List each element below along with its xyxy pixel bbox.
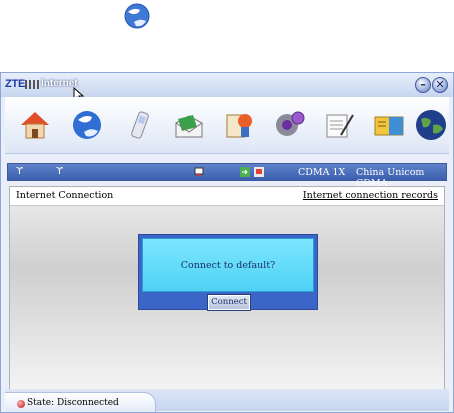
panel-title: Internet Connection bbox=[16, 190, 114, 201]
connect-button[interactable]: Connect bbox=[207, 294, 251, 311]
phone-icon[interactable] bbox=[121, 107, 157, 143]
network-computer-icon bbox=[194, 167, 204, 176]
network-mode-label: CDMA 1X bbox=[298, 167, 346, 178]
app-window: ZTE Internet – ✕ ϒ ϒ CDMA 1X China Unico… bbox=[0, 72, 454, 413]
brand-mark-icon bbox=[25, 80, 39, 89]
sms-status-icon bbox=[254, 167, 264, 177]
signal-antenna-icon-2: ϒ bbox=[56, 166, 63, 177]
panel-header: Internet Connection Internet connection … bbox=[10, 187, 444, 206]
connection-state: State: Disconnected bbox=[27, 398, 119, 408]
world-globe-icon[interactable] bbox=[413, 107, 449, 143]
home-icon[interactable] bbox=[17, 107, 53, 143]
state-tab: State: Disconnected bbox=[5, 392, 156, 412]
connect-dialog: Connect to default? Connect bbox=[138, 234, 318, 311]
sms-envelope-icon[interactable] bbox=[171, 107, 207, 143]
contacts-icon[interactable] bbox=[221, 107, 257, 143]
titlebar[interactable]: ZTE Internet – ✕ bbox=[1, 73, 453, 103]
connection-records-link[interactable]: Internet connection records bbox=[303, 190, 438, 201]
desktop-internet-icon[interactable] bbox=[120, 0, 154, 32]
signal-antenna-icon: ϒ bbox=[16, 166, 23, 177]
arrow-in-icon bbox=[240, 167, 250, 177]
disconnected-status-icon bbox=[17, 400, 25, 408]
status-strip: ϒ ϒ CDMA 1X China Unicom CDMA bbox=[7, 163, 447, 189]
internet-connection-panel: Internet Connection Internet connection … bbox=[9, 186, 445, 394]
status-bar: State: Disconnected bbox=[5, 389, 449, 412]
toolbar bbox=[5, 97, 449, 154]
minimize-button[interactable]: – bbox=[415, 77, 431, 93]
dialog-message: Connect to default? bbox=[142, 238, 314, 292]
notepad-icon[interactable] bbox=[321, 107, 357, 143]
phonebook-icon[interactable] bbox=[371, 107, 407, 143]
brand-logo: ZTE bbox=[5, 78, 26, 90]
settings-gear-icon[interactable] bbox=[271, 107, 307, 143]
close-button[interactable]: ✕ bbox=[432, 77, 448, 93]
internet-globe-icon[interactable] bbox=[69, 107, 105, 143]
